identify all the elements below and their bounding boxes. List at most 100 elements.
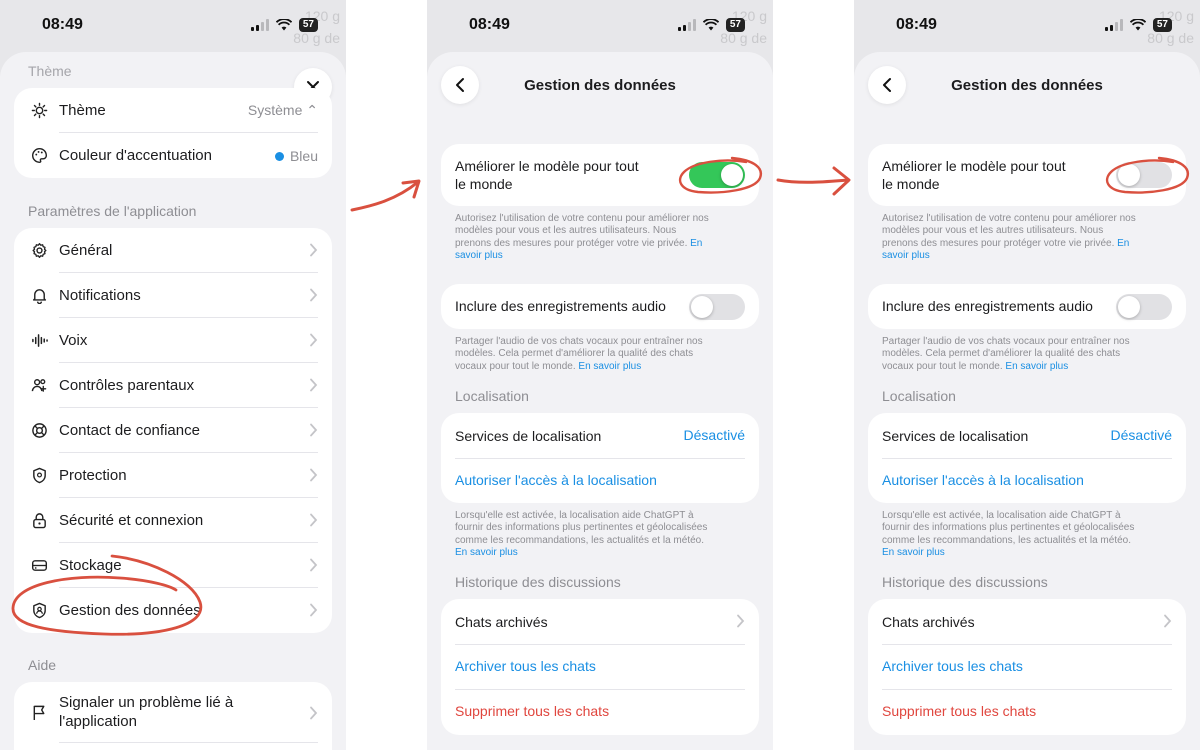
location-services-label: Services de localisation <box>455 428 602 444</box>
delete-all-button[interactable]: Supprimer tous les chats <box>455 703 609 719</box>
people-icon <box>31 379 47 392</box>
location-section-title: Localisation <box>882 388 956 404</box>
accent-label: Couleur d'accentuation <box>59 147 212 164</box>
archive-all-button[interactable]: Archiver tous les chats <box>882 658 1023 674</box>
waveform-icon <box>32 334 48 347</box>
status-icons: 57 <box>677 18 745 32</box>
gear-icon <box>32 243 47 258</box>
chevron-right-icon <box>310 603 318 617</box>
theme-label: Thème <box>59 102 106 119</box>
archived-chats-label[interactable]: Chats archivés <box>882 613 975 631</box>
wifi-icon <box>1129 19 1146 31</box>
accent-color-row[interactable]: Couleur d'accentuation Bleu <box>14 133 332 178</box>
learn-more-link[interactable]: En savoir plus <box>882 547 945 558</box>
learn-more-link[interactable]: savoir plus <box>455 250 503 261</box>
audio-label: Inclure des enregistrements audio <box>882 298 1093 314</box>
location-card: Services de localisation Désactivé Autor… <box>441 413 759 503</box>
audio-card: Inclure des enregistrements audio <box>868 284 1186 329</box>
archive-all-button[interactable]: Archiver tous les chats <box>455 658 596 674</box>
help-group: Signaler un problème lié à l'application <box>14 682 332 750</box>
chevron-right-icon <box>310 378 318 392</box>
chevron-right-icon <box>310 423 318 437</box>
lock-icon <box>33 513 46 529</box>
theme-value: Système ⌃ <box>247 102 318 118</box>
help-section-title: Aide <box>28 657 57 673</box>
accent-color-dot <box>274 152 284 162</box>
status-time: 08:49 <box>469 16 510 33</box>
audio-card: Inclure des enregistrements audio <box>441 284 759 329</box>
lifebuoy-icon <box>32 423 47 438</box>
settings-item-label: Notifications <box>59 287 141 304</box>
settings-screen: 08:49 120 g 80 g de 57 Thème Thème Systè… <box>0 0 346 750</box>
audio-label: Inclure des enregistrements audio <box>455 298 666 314</box>
data-controls-screen-before: 08:49 120 g 80 g de 57 Gestion des donné… <box>427 0 773 750</box>
status-time: 08:49 <box>896 16 937 33</box>
settings-item-label: Protection <box>59 467 127 484</box>
location-services-value[interactable]: Désactivé <box>1111 427 1172 443</box>
wifi-icon <box>702 19 719 31</box>
divider <box>882 644 1172 645</box>
status-bar: 08:49 120 g 80 g de 57 <box>854 0 1200 52</box>
background-text: 80 g de <box>720 30 767 46</box>
battery-icon: 57 <box>1152 18 1172 32</box>
flag-icon <box>33 705 45 721</box>
chevron-right-icon <box>310 513 318 527</box>
data-controls-screen-after: 08:49 120 g 80 g de 57 Gestion des donné… <box>854 0 1200 750</box>
learn-more-link[interactable]: En savoir plus <box>455 547 518 558</box>
settings-item-general[interactable]: Général <box>14 228 332 273</box>
allow-location-link[interactable]: Autoriser l'accès à la localisation <box>882 472 1084 488</box>
battery-icon: 57 <box>725 18 745 32</box>
shield-icon <box>33 467 46 484</box>
location-card: Services de localisation Désactivé Autor… <box>868 413 1186 503</box>
settings-item-security[interactable]: Sécurité et connexion <box>14 498 332 543</box>
learn-more-link[interactable]: En savoir plus <box>1005 361 1068 372</box>
location-description: Lorsqu'elle est activée, la localisation… <box>455 510 708 559</box>
sun-icon <box>31 102 48 119</box>
archived-chats-label[interactable]: Chats archivés <box>455 613 548 631</box>
divider <box>455 689 745 690</box>
audio-toggle[interactable] <box>1116 294 1172 320</box>
settings-item-trusted-contact[interactable]: Contact de confiance <box>14 408 332 453</box>
status-bar: 08:49 120 g 80 g de 57 <box>0 0 346 52</box>
divider <box>882 458 1172 459</box>
chevron-right-icon <box>737 614 745 628</box>
settings-item-notifications[interactable]: Notifications <box>14 273 332 318</box>
annotation-arrow <box>776 166 851 196</box>
history-card: Chats archivés Archiver tous les chats S… <box>441 599 759 735</box>
app-settings-title: Paramètres de l'application <box>28 203 197 219</box>
settings-item-parental-controls[interactable]: Contrôles parentaux <box>14 363 332 408</box>
divider <box>59 742 318 743</box>
theme-group: Thème Système ⌃ Couleur d'accentuation B… <box>14 88 332 178</box>
report-problem-row[interactable]: Signaler un problème lié à l'application <box>14 682 332 742</box>
chevron-right-icon <box>310 333 318 347</box>
annotation-circle <box>11 554 203 636</box>
audio-toggle[interactable] <box>689 294 745 320</box>
audio-description: Partager l'audio de vos chats vocaux pou… <box>882 336 1130 372</box>
improve-model-description: Autorisez l'utilisation de votre contenu… <box>455 213 709 262</box>
history-section-title: Historique des discussions <box>882 574 1048 590</box>
annotation-circle <box>678 156 763 194</box>
annotation-arrow <box>350 179 421 212</box>
battery-icon: 57 <box>298 18 318 32</box>
theme-row[interactable]: Thème Système ⌃ <box>14 88 332 133</box>
learn-more-link[interactable]: En savoir plus <box>578 361 641 372</box>
signal-icon <box>1104 19 1123 31</box>
chevron-right-icon <box>1164 614 1172 628</box>
status-bar: 08:49 120 g 80 g de 57 <box>427 0 773 52</box>
chevron-right-icon <box>310 558 318 572</box>
allow-location-link[interactable]: Autoriser l'accès à la localisation <box>455 472 657 488</box>
toggle-knob <box>691 296 713 318</box>
location-services-value[interactable]: Désactivé <box>684 427 745 443</box>
chevron-right-icon <box>310 468 318 482</box>
divider <box>455 458 745 459</box>
delete-all-button[interactable]: Supprimer tous les chats <box>882 703 1036 719</box>
history-section-title: Historique des discussions <box>455 574 621 590</box>
settings-item-protection[interactable]: Protection <box>14 453 332 498</box>
settings-item-voice[interactable]: Voix <box>14 318 332 363</box>
improve-model-label: Améliorer le modèle pour tout le monde <box>882 158 1066 192</box>
improve-model-label: Améliorer le modèle pour tout le monde <box>455 158 639 192</box>
location-section-title: Localisation <box>455 388 529 404</box>
learn-more-link[interactable]: savoir plus <box>882 250 930 261</box>
divider <box>882 689 1172 690</box>
theme-section-title: Thème <box>28 63 72 79</box>
